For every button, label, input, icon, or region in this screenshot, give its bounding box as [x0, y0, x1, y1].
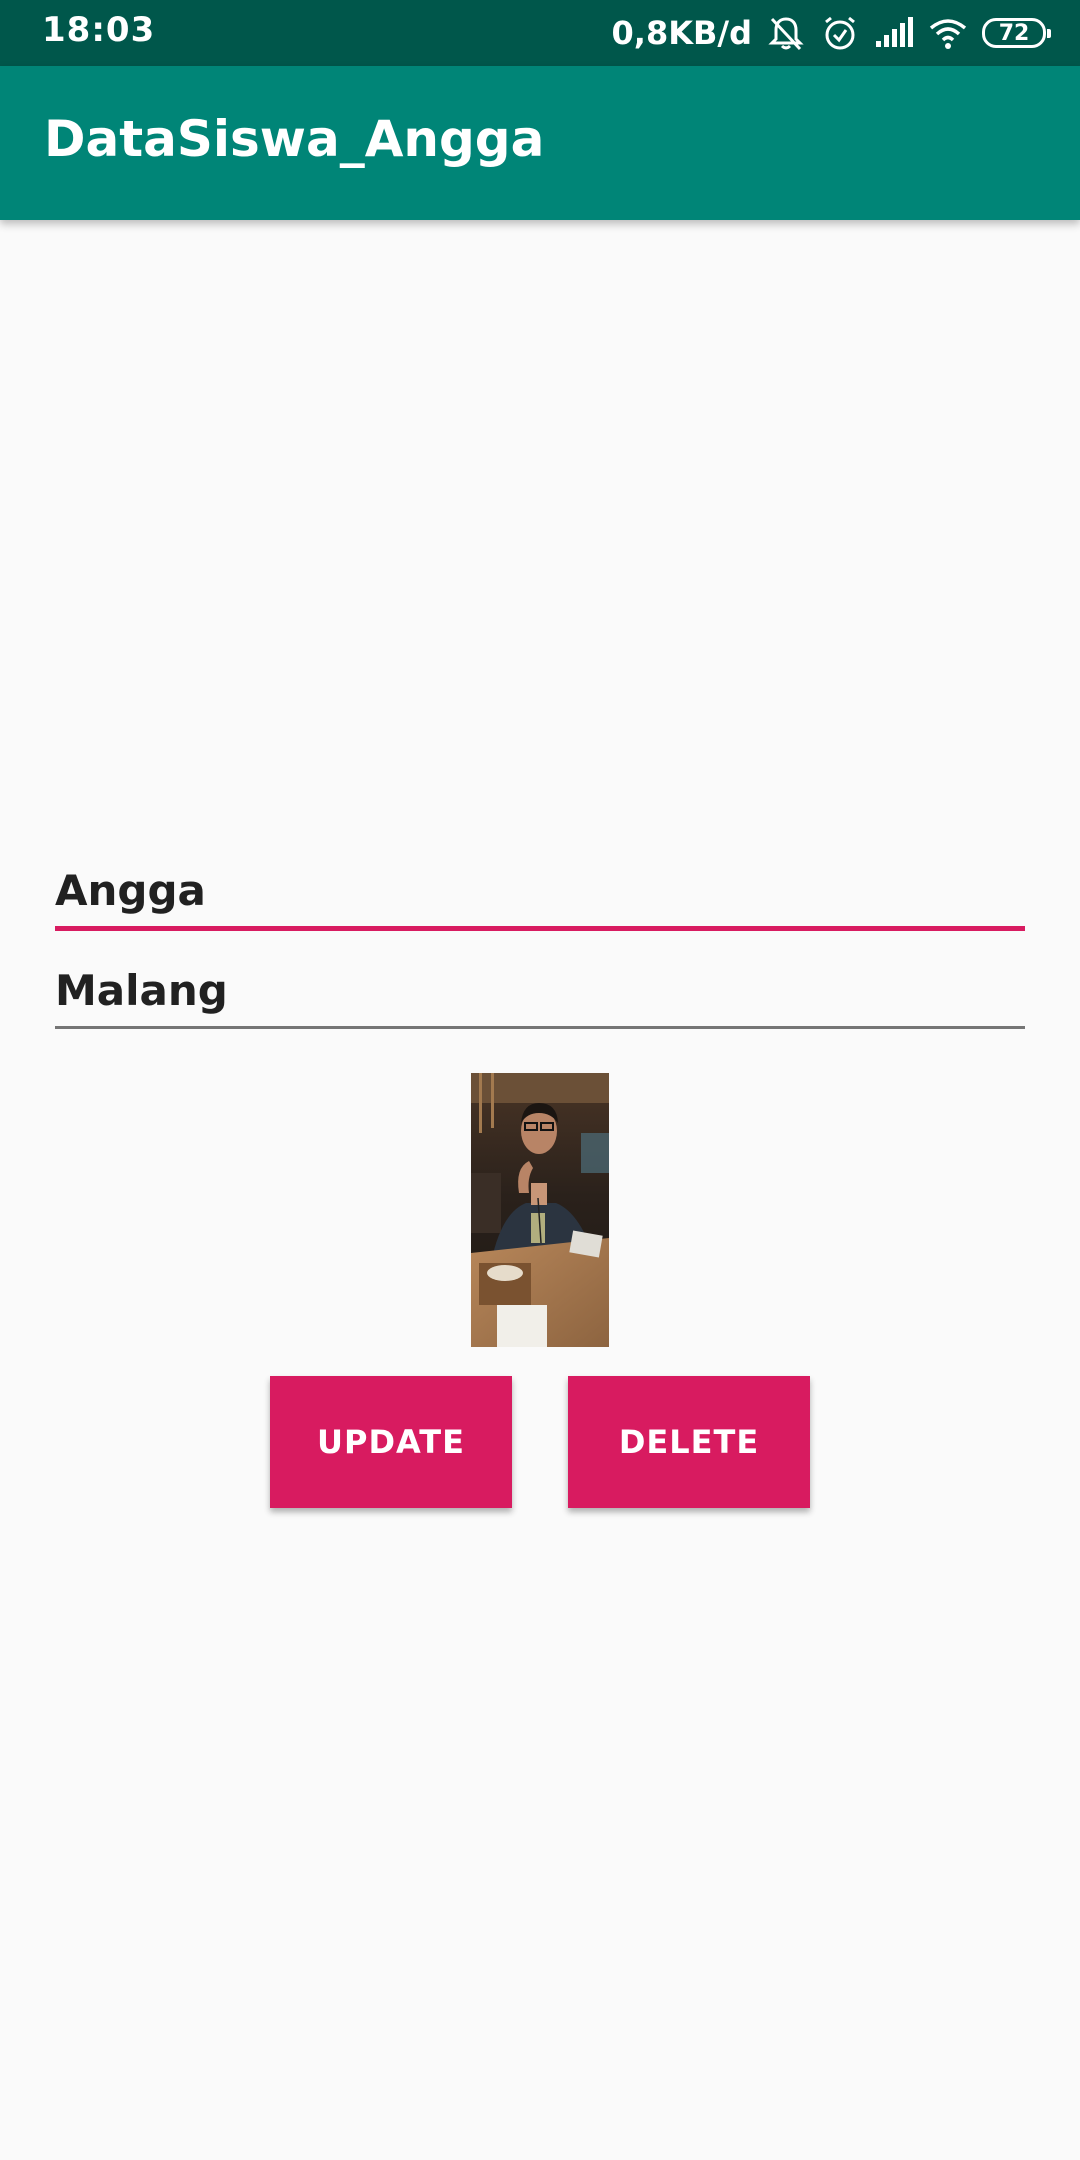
name-field[interactable]: Angga [55, 866, 1025, 931]
name-field-underline [55, 926, 1025, 931]
bell-muted-icon [768, 17, 804, 51]
status-bar: 18:03 0,8KB/d 72 [0, 0, 1080, 66]
status-icons: 0,8KB/d 72 [611, 10, 1051, 56]
alarm-icon [825, 16, 855, 50]
photo-illustration [471, 1073, 609, 1347]
battery-level: 72 [998, 20, 1030, 46]
battery-icon: 72 [982, 18, 1051, 48]
battery-tip [1047, 29, 1051, 38]
delete-button[interactable]: DELETE [568, 1376, 810, 1508]
app-bar: DataSiswa_Angga [0, 66, 1080, 220]
app-title: DataSiswa_Angga [44, 110, 545, 168]
wifi-icon [929, 19, 967, 49]
status-time: 18:03 [42, 10, 156, 50]
student-photo[interactable] [471, 1073, 609, 1347]
city-field-underline [55, 1026, 1025, 1029]
signal-icon [876, 17, 913, 47]
update-button[interactable]: UPDATE [270, 1376, 512, 1508]
name-input[interactable]: Angga [55, 866, 1025, 916]
network-speed: 0,8KB/d [611, 14, 752, 52]
city-field[interactable]: Malang [55, 966, 1025, 1029]
city-input[interactable]: Malang [55, 966, 1025, 1016]
